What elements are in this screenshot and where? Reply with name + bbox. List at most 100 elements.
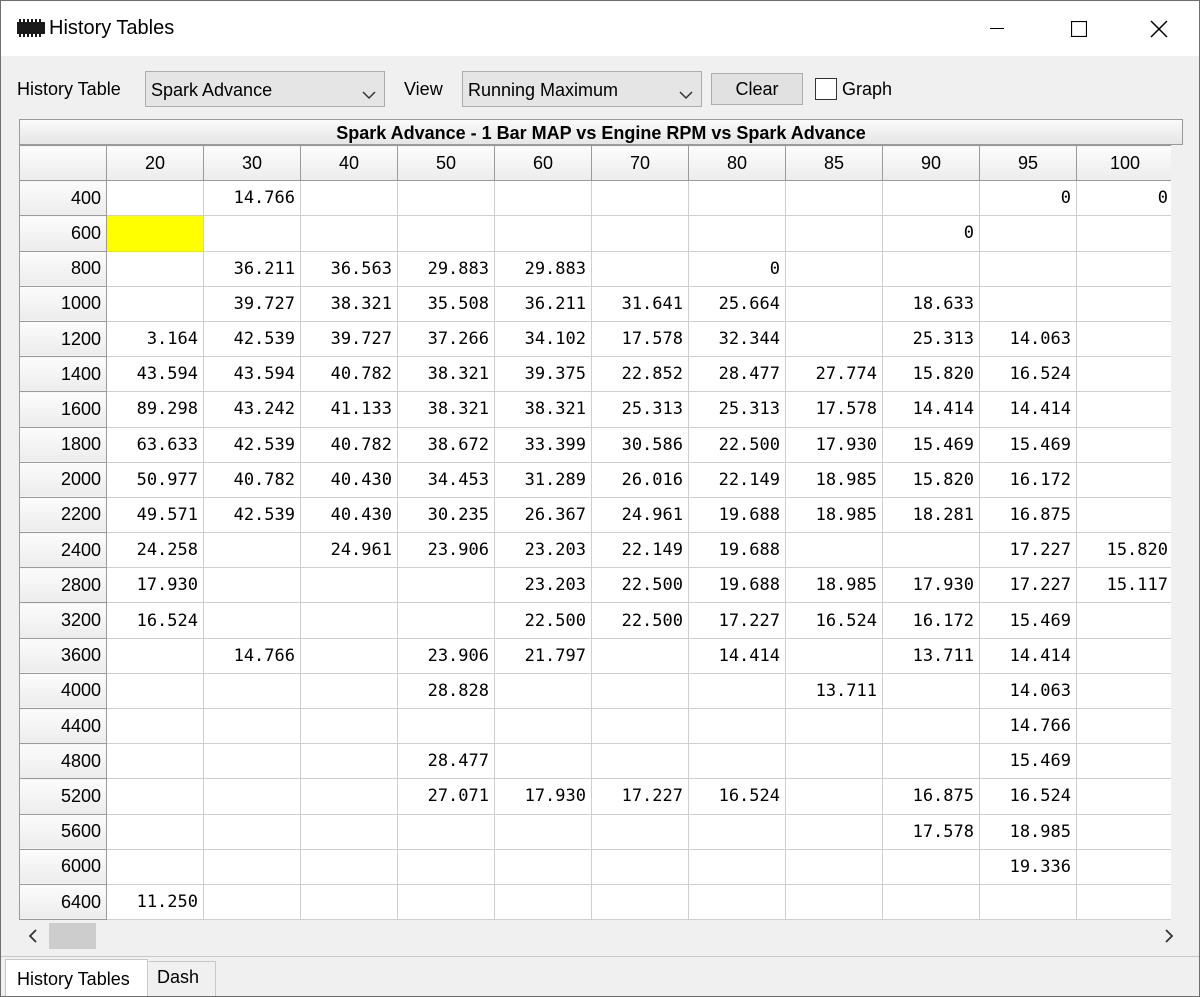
table-cell[interactable]: 14.063 <box>979 320 1077 358</box>
table-cell[interactable]: 13.711 <box>785 672 883 710</box>
table-cell[interactable] <box>591 215 689 252</box>
row-header[interactable]: 1400 <box>19 356 107 393</box>
scroll-left-icon[interactable] <box>23 926 43 946</box>
table-cell[interactable]: 17.578 <box>882 813 980 850</box>
table-cell[interactable]: 43.594 <box>203 356 301 393</box>
table-cell[interactable] <box>1076 391 1171 428</box>
table-cell[interactable]: 36.211 <box>203 250 301 287</box>
table-cell[interactable] <box>203 883 301 920</box>
row-header[interactable]: 600 <box>19 215 107 252</box>
table-cell[interactable] <box>106 285 204 322</box>
table-cell[interactable]: 39.375 <box>494 356 592 393</box>
table-cell[interactable] <box>300 567 398 604</box>
table-cell[interactable] <box>1076 215 1171 252</box>
table-cell[interactable]: 18.985 <box>979 813 1077 850</box>
table-cell[interactable]: 16.172 <box>882 602 980 639</box>
table-cell[interactable]: 0 <box>882 215 980 252</box>
table-cell[interactable]: 23.203 <box>494 532 592 569</box>
table-cell[interactable]: 21.797 <box>494 637 592 674</box>
table-cell[interactable] <box>397 813 495 850</box>
table-cell[interactable] <box>591 848 689 885</box>
table-cell[interactable] <box>300 180 398 217</box>
table-cell[interactable] <box>203 778 301 815</box>
table-cell[interactable]: 18.985 <box>785 496 883 534</box>
table-cell[interactable] <box>688 743 786 780</box>
table-cell[interactable] <box>494 848 592 885</box>
maximize-button[interactable] <box>1038 1 1120 56</box>
table-cell[interactable]: 15.117 <box>1076 567 1171 604</box>
table-cell[interactable] <box>300 637 398 674</box>
table-cell[interactable]: 40.782 <box>300 426 398 463</box>
horizontal-scrollbar[interactable] <box>19 920 1183 952</box>
table-cell[interactable] <box>785 215 883 252</box>
table-cell[interactable]: 27.774 <box>785 356 883 393</box>
table-cell[interactable]: 17.227 <box>591 778 689 815</box>
table-cell[interactable]: 24.961 <box>591 496 689 534</box>
table-cell[interactable] <box>591 707 689 745</box>
table-cell[interactable]: 16.875 <box>979 496 1077 534</box>
table-cell[interactable] <box>979 250 1077 287</box>
table-cell[interactable] <box>688 848 786 885</box>
table-cell[interactable] <box>300 602 398 639</box>
table-cell[interactable] <box>494 883 592 920</box>
table-cell[interactable] <box>106 778 204 815</box>
table-cell[interactable] <box>979 883 1077 920</box>
table-cell[interactable]: 15.820 <box>1076 532 1171 569</box>
table-cell[interactable]: 16.875 <box>882 778 980 815</box>
scrollbar-thumb[interactable] <box>49 923 96 949</box>
table-cell[interactable]: 43.594 <box>106 356 204 393</box>
column-header[interactable]: 60 <box>494 145 592 182</box>
row-header[interactable]: 1800 <box>19 426 107 463</box>
table-cell[interactable] <box>882 848 980 885</box>
table-cell[interactable] <box>203 602 301 639</box>
table-cell[interactable] <box>494 672 592 710</box>
table-cell[interactable]: 22.500 <box>591 567 689 604</box>
table-cell[interactable]: 16.524 <box>106 602 204 639</box>
table-cell[interactable]: 35.508 <box>397 285 495 322</box>
table-cell[interactable] <box>785 637 883 674</box>
table-cell[interactable] <box>300 883 398 920</box>
table-cell[interactable] <box>1076 637 1171 674</box>
table-cell[interactable] <box>785 250 883 287</box>
table-cell[interactable] <box>397 883 495 920</box>
table-cell[interactable] <box>688 180 786 217</box>
row-header[interactable]: 4400 <box>19 707 107 745</box>
history-table-select[interactable]: Spark Advance <box>145 71 385 107</box>
table-cell[interactable]: 13.711 <box>882 637 980 674</box>
column-header[interactable]: 100 <box>1076 145 1171 182</box>
table-cell[interactable] <box>397 848 495 885</box>
table-cell[interactable] <box>203 215 301 252</box>
table-cell[interactable]: 30.586 <box>591 426 689 463</box>
table-cell[interactable] <box>1076 320 1171 358</box>
table-cell[interactable] <box>979 215 1077 252</box>
table-cell[interactable] <box>300 672 398 710</box>
table-cell[interactable]: 50.977 <box>106 461 204 498</box>
table-cell[interactable] <box>203 567 301 604</box>
table-cell[interactable] <box>1076 813 1171 850</box>
row-header[interactable]: 5600 <box>19 813 107 850</box>
table-cell[interactable]: 15.469 <box>979 426 1077 463</box>
view-select[interactable]: Running Maximum <box>462 71 702 107</box>
table-cell[interactable] <box>785 707 883 745</box>
close-button[interactable] <box>1118 1 1200 56</box>
table-cell[interactable] <box>785 320 883 358</box>
table-cell[interactable] <box>785 743 883 780</box>
table-cell[interactable] <box>106 180 204 217</box>
table-cell[interactable] <box>203 813 301 850</box>
table-cell[interactable]: 14.766 <box>203 180 301 217</box>
table-cell[interactable]: 15.820 <box>882 356 980 393</box>
table-cell[interactable]: 42.539 <box>203 320 301 358</box>
table-cell[interactable]: 19.688 <box>688 567 786 604</box>
table-cell[interactable] <box>688 215 786 252</box>
table-cell[interactable]: 38.321 <box>494 391 592 428</box>
table-cell[interactable]: 16.524 <box>979 778 1077 815</box>
table-cell[interactable]: 18.633 <box>882 285 980 322</box>
table-cell[interactable]: 30.235 <box>397 496 495 534</box>
table-cell[interactable]: 17.930 <box>494 778 592 815</box>
table-cell[interactable] <box>591 883 689 920</box>
table-cell[interactable] <box>979 285 1077 322</box>
table-cell[interactable]: 23.906 <box>397 532 495 569</box>
table-cell[interactable] <box>1076 778 1171 815</box>
table-cell[interactable]: 17.227 <box>979 532 1077 569</box>
row-header[interactable]: 4000 <box>19 672 107 710</box>
